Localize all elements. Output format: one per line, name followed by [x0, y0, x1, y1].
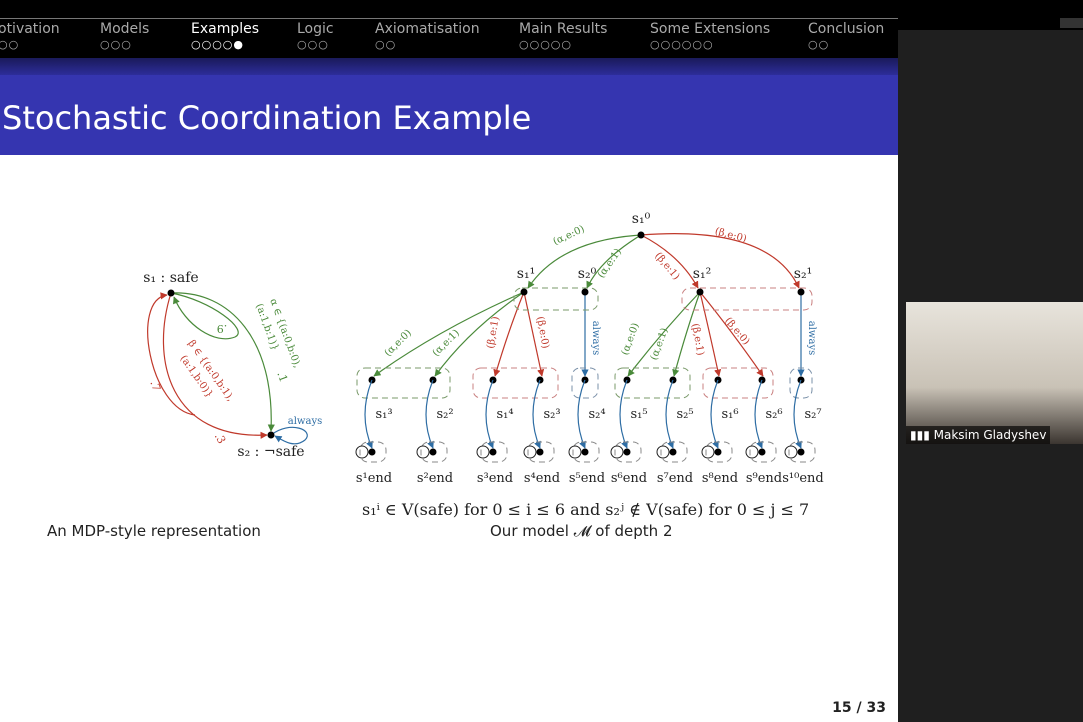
end-state-5	[623, 448, 631, 456]
child-edge-label-6: (β,e:1)	[689, 323, 705, 357]
self-loop-4	[568, 445, 582, 459]
child-edge-label-4: (α,e:0)	[620, 321, 642, 356]
diagram-canvas: s₁ : safes₂ : ¬safeα ∈ {(a:0,b:0),(a:1,b…	[143, 211, 823, 486]
end-state-8	[758, 448, 766, 456]
end-label-8: s⁹end	[746, 471, 782, 486]
child-edge-label-7: (β,e:0)	[722, 315, 751, 347]
presentation-slide: otivation ○○ Models ○○○ Examples ○○○○● Logic ○○…	[0, 18, 898, 722]
edge-to-end-8	[754, 379, 763, 449]
self-loop-7	[701, 445, 715, 459]
participant-name-tag: ▮▮▮ Maksim Gladyshev	[906, 426, 1051, 444]
state-s2	[267, 431, 275, 439]
level1-label-0: s₁¹	[517, 266, 535, 282]
level1-label-1: s₂⁰	[578, 266, 597, 282]
self-loop-2	[476, 445, 490, 459]
edge-to-end-2	[485, 379, 494, 449]
end-label-9: s¹⁰end	[782, 471, 823, 486]
root-state	[637, 231, 645, 239]
end-state-7	[714, 448, 722, 456]
child-edge-label-3: (β,e:0)	[534, 316, 550, 350]
always-label-2: always	[806, 321, 817, 355]
level2-label-7: s₁⁶	[721, 407, 738, 422]
level1-label-2: s₁²	[693, 266, 711, 282]
self-loop-8	[745, 445, 759, 459]
end-state-3	[536, 448, 544, 456]
root-edge-label-3: (β,e:0)	[714, 226, 748, 245]
end-label-7: s⁸end	[702, 471, 738, 486]
end-label-2: s³end	[477, 471, 513, 486]
valuation-caption: s₁ⁱ ∈ V(safe) for 0 ≤ i ≤ 6 and s₂ʲ ∉ V(…	[362, 500, 810, 519]
level2-label-2: s₁⁴	[496, 407, 513, 422]
root-edge-label-0: (α,e:0)	[551, 224, 586, 248]
level1-state-2	[696, 288, 704, 296]
child-edge-label-5: (α,e:1)	[649, 326, 671, 361]
state-s1-label: s₁ : safe	[143, 270, 198, 286]
child-edge-label-2: (β,e:1)	[485, 316, 501, 350]
child-edge-label-0: (α,e:0)	[383, 327, 414, 358]
end-label-1: s²end	[417, 471, 453, 486]
level1-state-1	[581, 288, 589, 296]
level2-label-6: s₂⁵	[676, 407, 693, 422]
level2-label-3: s₂³	[543, 407, 560, 422]
level2-label-8: s₂⁶	[765, 407, 782, 422]
end-label-6: s⁷end	[657, 471, 693, 486]
edge-to-end-6	[665, 379, 674, 449]
end-state-2	[489, 448, 497, 456]
end-state-1	[429, 448, 437, 456]
level1-state-0	[520, 288, 528, 296]
participant-video[interactable]: ▮▮▮ Maksim Gladyshev	[906, 302, 1083, 444]
participant-name: Maksim Gladyshev	[933, 428, 1047, 442]
root-edge-label-2: (β,e:1)	[652, 250, 681, 282]
level2-label-9: s₂⁷	[804, 407, 821, 422]
prob-0.3: .3	[212, 430, 229, 446]
end-state-6	[669, 448, 677, 456]
edge-always-loop	[270, 426, 308, 445]
level2-label-1: s₂²	[436, 407, 453, 422]
end-label-0: s¹end	[356, 471, 392, 486]
root-label: s₁⁰	[632, 211, 651, 227]
edge-beta-s1-s2	[162, 292, 268, 439]
signal-icon: ▮▮▮	[910, 428, 934, 442]
end-label-5: s⁶end	[611, 471, 647, 486]
end-state-4	[581, 448, 589, 456]
root-edge-label-1: (α,e:1)	[596, 247, 624, 281]
self-loop-0	[355, 445, 369, 459]
level2-label-0: s₁³	[375, 407, 392, 422]
self-loop-1	[416, 445, 430, 459]
edge-to-end-1	[425, 379, 434, 449]
edge-to-end-9	[793, 379, 802, 449]
edge-l1-2	[493, 291, 525, 377]
self-loop-6	[656, 445, 670, 459]
always-label: always	[288, 416, 322, 427]
level1-state-3	[797, 288, 805, 296]
child-edge-label-1: (α,e:1)	[431, 327, 462, 358]
edge-to-end-0	[364, 379, 373, 449]
edge-to-end-3	[532, 379, 541, 449]
edge-to-end-7	[710, 379, 719, 449]
prob-0.7: .7	[147, 379, 163, 393]
left-caption: An MDP-style representation	[47, 522, 261, 540]
panel-handle[interactable]	[1060, 18, 1083, 28]
edge-to-end-5	[619, 379, 628, 449]
model-caption: Our model 𝓜 of depth 2	[490, 522, 673, 540]
prob-0.9: .9	[217, 322, 228, 335]
self-loop-3	[523, 445, 537, 459]
level2-label-4: s₂⁴	[588, 407, 605, 422]
state-s2-label: s₂ : ¬safe	[237, 444, 304, 460]
self-loop-9	[784, 445, 798, 459]
page-number: 15 / 33	[832, 700, 886, 716]
level2-label-5: s₁⁵	[630, 407, 647, 422]
edge-to-end-4	[577, 379, 586, 449]
end-state-0	[368, 448, 376, 456]
state-s1	[167, 289, 175, 297]
always-label-1: always	[590, 321, 601, 355]
prob-0.1: .1	[274, 370, 290, 384]
level1-label-3: s₂¹	[794, 266, 812, 282]
info-set-b	[472, 367, 559, 399]
end-label-3: s⁴end	[524, 471, 560, 486]
self-loop-5	[610, 445, 624, 459]
end-state-9	[797, 448, 805, 456]
end-label-4: s⁵end	[569, 471, 605, 486]
